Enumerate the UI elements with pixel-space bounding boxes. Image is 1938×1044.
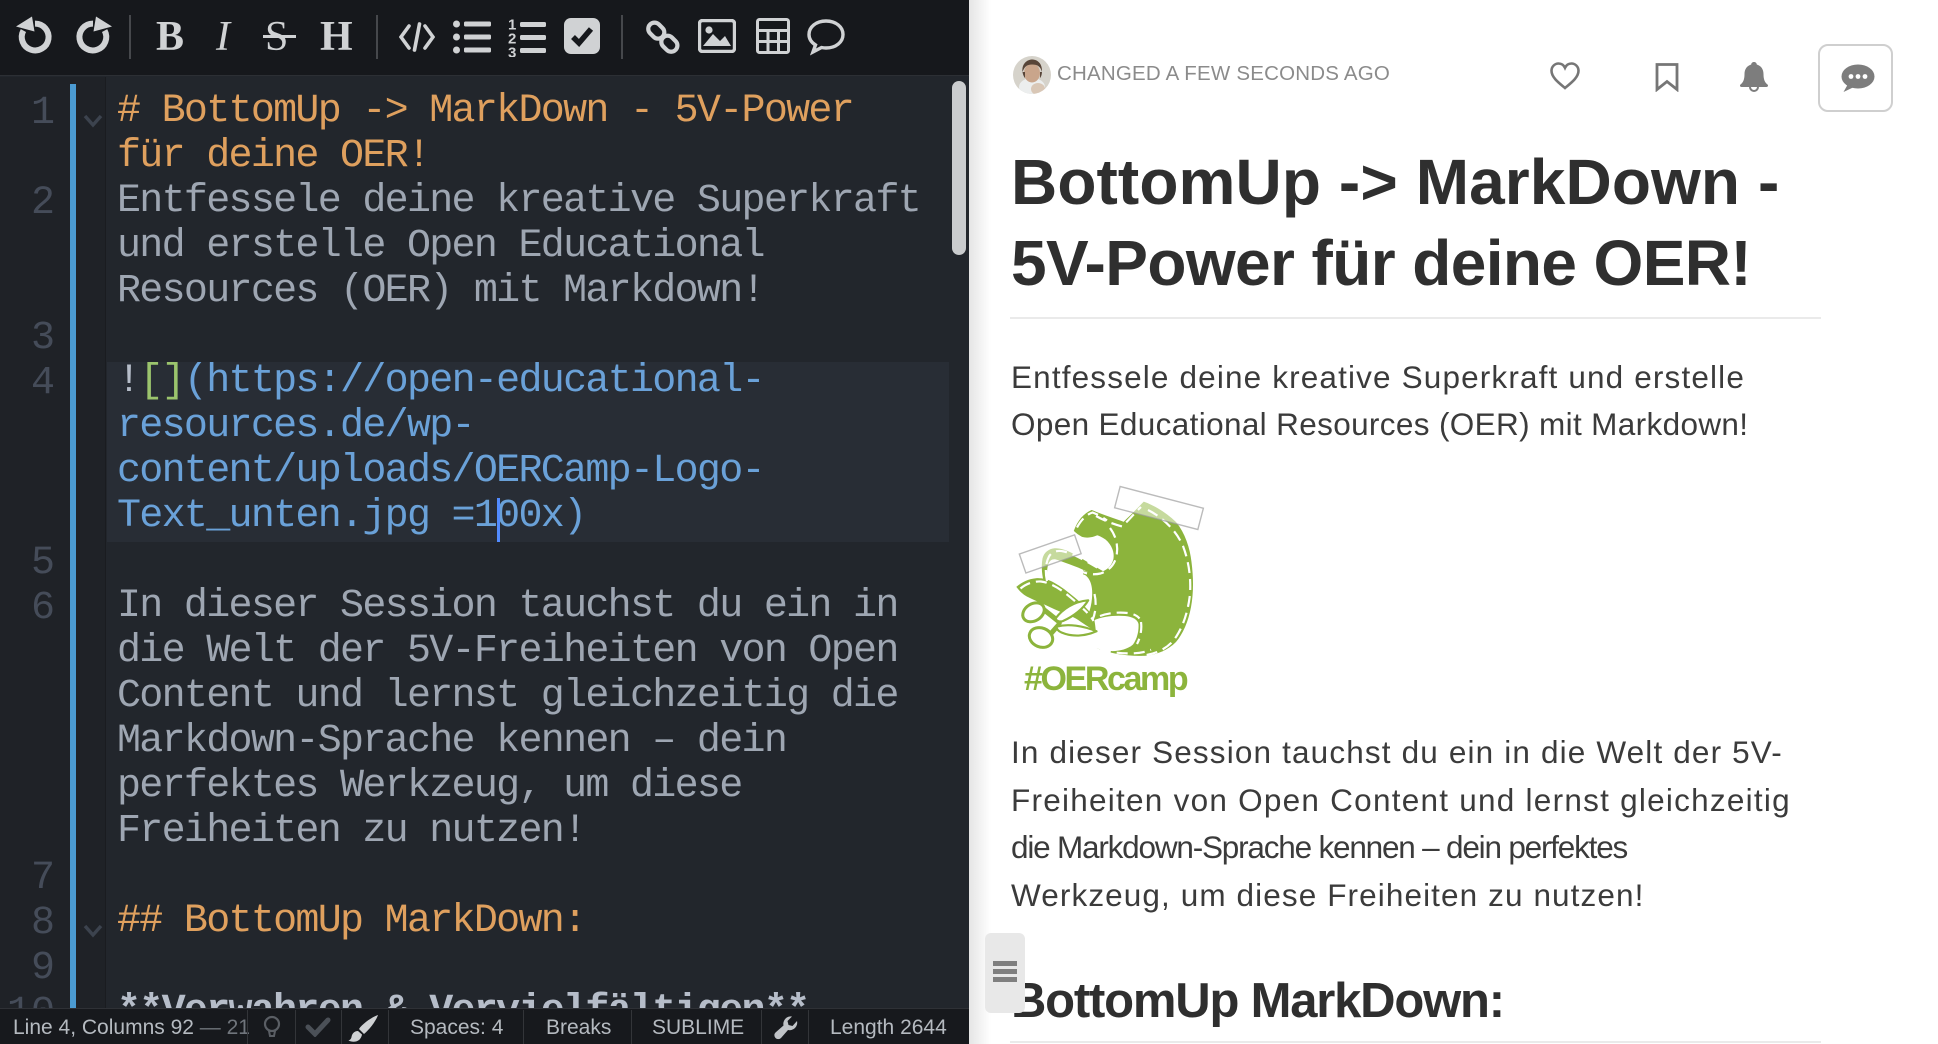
- svg-text:#OERcamp: #OERcamp: [1024, 660, 1188, 698]
- svg-text:3: 3: [508, 45, 516, 58]
